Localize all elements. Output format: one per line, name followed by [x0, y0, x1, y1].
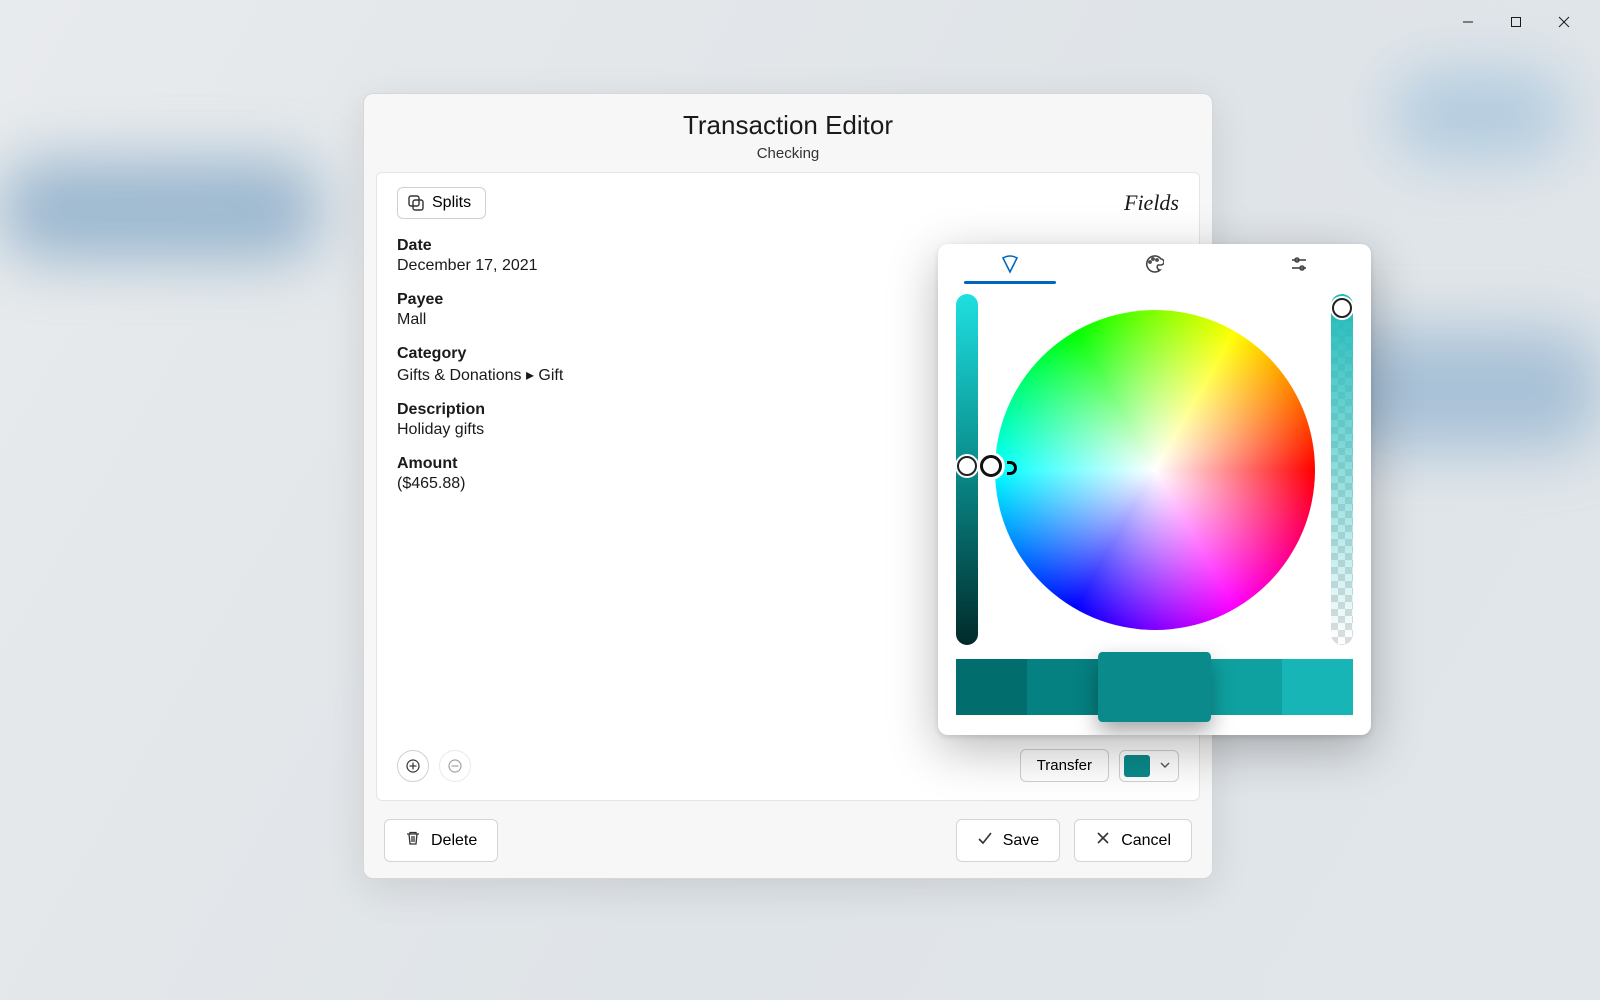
- lightness-slider[interactable]: [956, 294, 978, 645]
- shade-row: [956, 659, 1353, 715]
- maximize-button[interactable]: [1492, 6, 1540, 38]
- shade-swatch[interactable]: [1098, 652, 1211, 722]
- check-icon: [977, 830, 993, 851]
- lightness-thumb[interactable]: [957, 456, 977, 476]
- chevron-down-icon: [1160, 757, 1170, 775]
- transfer-button[interactable]: Transfer: [1020, 749, 1109, 782]
- color-wheel-handle[interactable]: [980, 455, 1002, 477]
- window-controls: [1444, 6, 1588, 38]
- color-dropdown[interactable]: [1119, 750, 1179, 782]
- remove-button[interactable]: [439, 750, 471, 782]
- shade-swatch[interactable]: [1027, 659, 1098, 715]
- color-swatch: [1124, 755, 1150, 777]
- save-button[interactable]: Save: [956, 819, 1060, 862]
- alpha-thumb[interactable]: [1332, 298, 1352, 318]
- shade-swatch[interactable]: [956, 659, 1027, 715]
- close-icon: [1095, 830, 1111, 851]
- color-wheel[interactable]: [995, 310, 1315, 630]
- dialog-title: Transaction Editor: [364, 110, 1212, 141]
- dialog-subtitle: Checking: [364, 145, 1212, 162]
- close-button[interactable]: [1540, 6, 1588, 38]
- shade-swatch[interactable]: [1211, 659, 1282, 715]
- splits-label: Splits: [432, 194, 471, 212]
- color-picker-popover: [938, 244, 1371, 735]
- delete-button[interactable]: Delete: [384, 819, 498, 862]
- cancel-button[interactable]: Cancel: [1074, 819, 1192, 862]
- shade-swatch[interactable]: [1282, 659, 1353, 715]
- trash-icon: [405, 830, 421, 851]
- tab-sliders[interactable]: [1227, 244, 1371, 284]
- minimize-button[interactable]: [1444, 6, 1492, 38]
- add-button[interactable]: [397, 750, 429, 782]
- fields-heading: Fields: [1124, 190, 1179, 216]
- splits-icon: [408, 195, 424, 211]
- color-picker-tabs: [938, 244, 1371, 284]
- alpha-slider[interactable]: [1331, 294, 1353, 645]
- tab-palette[interactable]: [1082, 244, 1226, 284]
- tab-viewer[interactable]: [938, 244, 1082, 284]
- splits-button[interactable]: Splits: [397, 187, 486, 219]
- dialog-footer: Delete Save Cancel: [364, 801, 1212, 878]
- dialog-header: Transaction Editor Checking: [364, 94, 1212, 172]
